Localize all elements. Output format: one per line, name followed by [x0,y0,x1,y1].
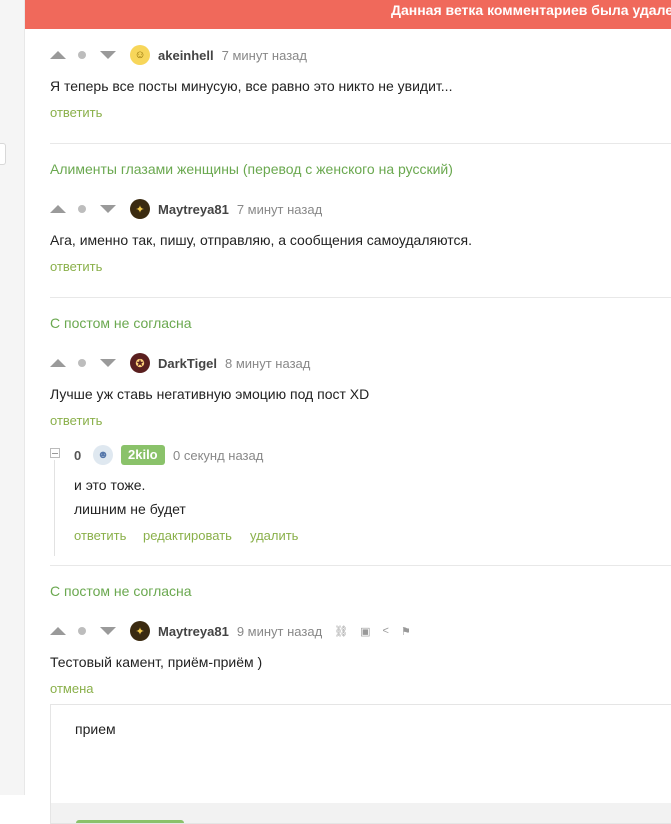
comment-text: Лучше уж ставь негативную эмоцию под пос… [50,386,370,402]
left-gutter [0,0,25,795]
upvote-icon[interactable] [50,205,66,213]
downvote-icon[interactable] [100,359,116,367]
edit-link[interactable]: редактировать [143,528,232,543]
comment-header: ✪ DarkTigel 8 минут назад [50,351,310,375]
comment-text: и это тоже. [74,477,146,493]
reply-link[interactable]: ответить [50,259,102,274]
upvote-icon[interactable] [50,359,66,367]
flag-icon[interactable]: ⚑ [401,625,411,638]
reply-form: прием [50,704,671,824]
own-author-badge[interactable]: 2kilo [121,445,165,465]
deleted-thread-banner: Данная ветка комментариев была удалена [25,0,671,29]
comment-author[interactable]: akeinhell [158,48,214,63]
sidebar-toggle[interactable] [0,143,6,165]
rating-dot [78,205,86,213]
downvote-icon[interactable] [100,627,116,635]
thread-line [54,460,55,556]
downvote-icon[interactable] [100,51,116,59]
delete-link[interactable]: удалить [250,528,298,543]
save-icon[interactable]: ▣ [360,625,370,638]
downvote-icon[interactable] [100,205,116,213]
divider [50,297,671,298]
comment-header: ✦ Maytreya81 7 минут назад [50,197,322,221]
rating-dot [78,627,86,635]
comment-rating: 0 [74,448,82,463]
story-link[interactable]: С постом не согласна [50,583,192,599]
avatar[interactable]: ✦ [130,199,150,219]
cancel-link[interactable]: отмена [50,681,93,696]
link-icon[interactable]: ⛓ [334,625,348,638]
reply-link[interactable]: ответить [50,413,102,428]
avatar[interactable]: ☺ [130,45,150,65]
avatar[interactable]: ✦ [130,621,150,641]
story-link[interactable]: Алименты глазами женщины (перевод с женс… [50,161,453,177]
upvote-icon[interactable] [50,51,66,59]
comment-text: Тестовый камент, приём-приём ) [50,654,263,670]
rating-dot [78,51,86,59]
comment-time[interactable]: 7 минут назад [237,202,322,217]
comment-header: ✦ Maytreya81 9 минут назад ⛓ ▣ < ⚑ [50,619,411,643]
comment-time[interactable]: 0 секунд назад [173,448,263,463]
avatar[interactable]: ✪ [130,353,150,373]
comment-time[interactable]: 9 минут назад [237,624,322,639]
reply-link[interactable]: ответить [50,105,102,120]
avatar[interactable]: ☻ [93,445,113,465]
divider [50,143,671,144]
divider [50,565,671,566]
upvote-icon[interactable] [50,627,66,635]
collapse-icon[interactable] [50,448,60,458]
comment-text: Я теперь все посты минусую, все равно эт… [50,78,453,94]
reply-link[interactable]: ответить [74,528,126,543]
comment-time[interactable]: 8 минут назад [225,356,310,371]
submit-button[interactable] [76,820,184,823]
comment-author[interactable]: Maytreya81 [158,202,229,217]
share-icon[interactable]: < [383,625,389,637]
rating-dot [78,359,86,367]
comment-text: лишним не будет [74,501,186,517]
reply-textarea[interactable]: прием [75,721,116,737]
comment-author[interactable]: DarkTigel [158,356,217,371]
comment-header: ☺ akeinhell 7 минут назад [50,43,307,67]
story-link[interactable]: С постом не согласна [50,315,192,331]
comment-text: Ага, именно так, пишу, отправляю, а сооб… [50,232,473,248]
comment-author[interactable]: Maytreya81 [158,624,229,639]
comment-time[interactable]: 7 минут назад [222,48,307,63]
